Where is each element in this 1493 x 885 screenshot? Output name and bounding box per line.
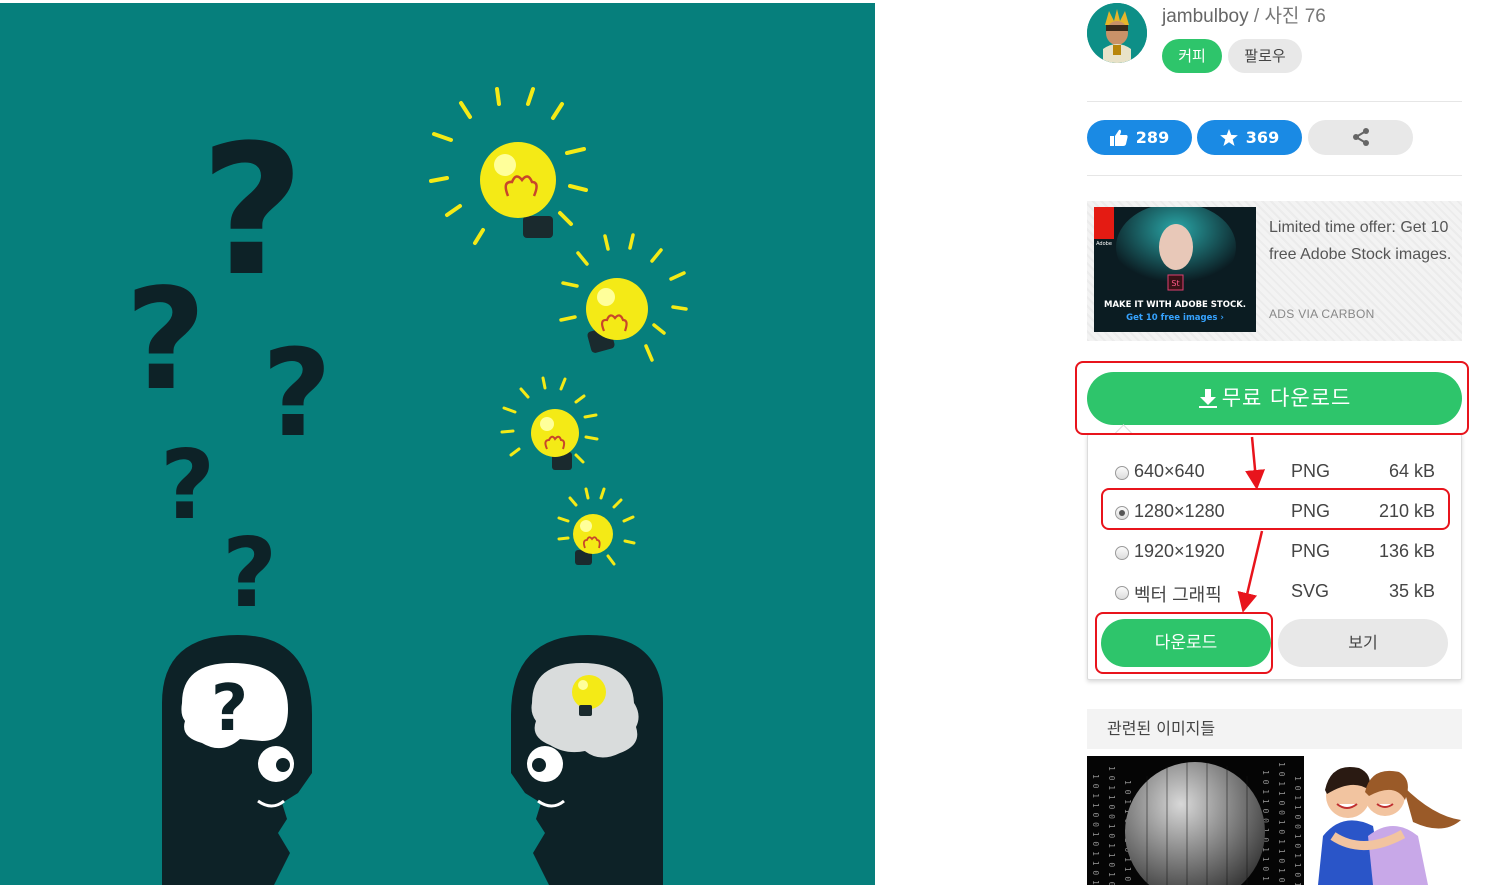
option-format: PNG bbox=[1291, 541, 1331, 561]
binary-text: 1 0 1 1 0 0 1 0 1 1 0 1 0 0 1 bbox=[1277, 762, 1286, 885]
like-button[interactable]: 289 bbox=[1087, 120, 1192, 155]
radio-button[interactable] bbox=[1115, 586, 1129, 600]
sidebar: jambulboy / 사진 76 커피 팔로우 289 369 Adobe S… bbox=[1075, 0, 1469, 885]
divider bbox=[1087, 101, 1462, 102]
annotation-highlight-selected-option bbox=[1101, 488, 1450, 530]
question-mark-icon: ? bbox=[200, 107, 304, 316]
option-format: PNG bbox=[1291, 461, 1331, 481]
radio-button[interactable] bbox=[1115, 546, 1129, 560]
question-mark-icon: ? bbox=[160, 431, 215, 541]
favorite-button[interactable]: 369 bbox=[1197, 120, 1302, 155]
author-line: jambulboy / 사진 76 bbox=[1162, 1, 1326, 28]
related-image-thumbnail[interactable]: 1 0 1 1 0 0 1 0 1 1 0 1 0 0 1 1 0 1 1 0 … bbox=[1087, 756, 1304, 885]
annotation-highlight-download-button bbox=[1095, 612, 1273, 674]
option-size: 136 kB bbox=[1378, 541, 1435, 561]
option-resolution: 640×640 bbox=[1134, 461, 1205, 481]
related-image-thumbnail[interactable] bbox=[1313, 756, 1462, 885]
author-photos-count[interactable]: 사진 76 bbox=[1264, 6, 1325, 27]
ad-brand-text: Adobe bbox=[1096, 241, 1112, 247]
divider bbox=[1087, 175, 1462, 176]
option-resolution: 벡터 그래픽 bbox=[1134, 585, 1222, 605]
ad-badge-text: St bbox=[1171, 279, 1179, 288]
share-button[interactable] bbox=[1308, 120, 1413, 155]
main-illustration: ? ? ? ? ? ? bbox=[0, 3, 875, 885]
question-mark-icon: ? bbox=[262, 325, 332, 464]
related-images-header: 관련된 이미지들 bbox=[1087, 709, 1462, 749]
radio-button[interactable] bbox=[1115, 466, 1129, 480]
author-separator: / bbox=[1248, 6, 1265, 27]
like-count: 289 bbox=[1135, 128, 1170, 147]
download-option-1920[interactable]: 1920×1920 PNG 136 kB bbox=[1087, 535, 1462, 575]
thumbs-up-icon bbox=[1109, 129, 1128, 146]
option-resolution: 1920×1920 bbox=[1134, 541, 1225, 561]
ad-banner-image[interactable]: Adobe St MAKE IT WITH ADOBE STOCK. Get 1… bbox=[1094, 207, 1256, 332]
star-icon bbox=[1219, 129, 1238, 146]
view-button[interactable]: 보기 bbox=[1278, 619, 1448, 667]
thinking-heads-illustration: ? ? ? ? ? ? bbox=[125, 87, 688, 885]
ad-banner-cta[interactable]: Get 10 free images › bbox=[1126, 313, 1224, 323]
related-images-title: 관련된 이미지들 bbox=[1107, 719, 1216, 738]
avatar[interactable] bbox=[1087, 3, 1147, 63]
option-size: 35 kB bbox=[1388, 581, 1435, 601]
avatar-image bbox=[1087, 3, 1147, 63]
adobe-logo-icon bbox=[1094, 207, 1114, 239]
ad-via-link[interactable]: ADS VIA CARBON bbox=[1269, 307, 1375, 321]
question-mark-icon: ? bbox=[125, 259, 206, 422]
binary-text: 1 0 1 1 0 0 1 0 1 1 0 1 0 0 1 bbox=[1091, 774, 1100, 885]
lightbulb-icon bbox=[559, 233, 688, 362]
lightbulb-icon bbox=[429, 87, 588, 245]
lightbulb-icon bbox=[557, 487, 636, 566]
coffee-button[interactable]: 커피 bbox=[1162, 39, 1222, 73]
author-name[interactable]: jambulboy bbox=[1162, 6, 1249, 27]
option-size: 64 kB bbox=[1388, 461, 1435, 481]
idea-head bbox=[511, 635, 663, 885]
question-mark-icon: ? bbox=[211, 672, 248, 746]
confused-head: ? bbox=[162, 635, 312, 885]
binary-text: 1 0 1 1 0 0 1 0 1 1 0 1 0 0 1 bbox=[1293, 776, 1302, 885]
binary-text: 1 0 1 1 0 0 1 0 1 1 0 1 0 0 1 bbox=[1107, 766, 1116, 885]
annotation-highlight-free-download bbox=[1075, 361, 1469, 435]
binary-sphere-image: 1 0 1 1 0 0 1 0 1 1 0 1 0 0 1 1 0 1 1 0 … bbox=[1087, 756, 1304, 885]
share-icon bbox=[1352, 128, 1369, 146]
carbon-ad: Adobe St MAKE IT WITH ADOBE STOCK. Get 1… bbox=[1087, 201, 1462, 341]
question-mark-icon: ? bbox=[222, 519, 277, 629]
favorite-count: 369 bbox=[1245, 128, 1280, 147]
option-format: SVG bbox=[1291, 581, 1330, 601]
download-option-vector[interactable]: 벡터 그래픽 SVG 35 kB bbox=[1087, 575, 1462, 615]
ad-banner-graphic: Adobe St MAKE IT WITH ADOBE STOCK. Get 1… bbox=[1094, 207, 1256, 332]
follow-button[interactable]: 팔로우 bbox=[1228, 39, 1302, 73]
ad-banner-headline: MAKE IT WITH ADOBE STOCK. bbox=[1104, 300, 1246, 310]
lightbulb-icon bbox=[500, 376, 599, 470]
ad-text[interactable]: Limited time offer: Get 10 free Adobe St… bbox=[1269, 214, 1454, 268]
hugging-couple-image bbox=[1313, 756, 1462, 885]
